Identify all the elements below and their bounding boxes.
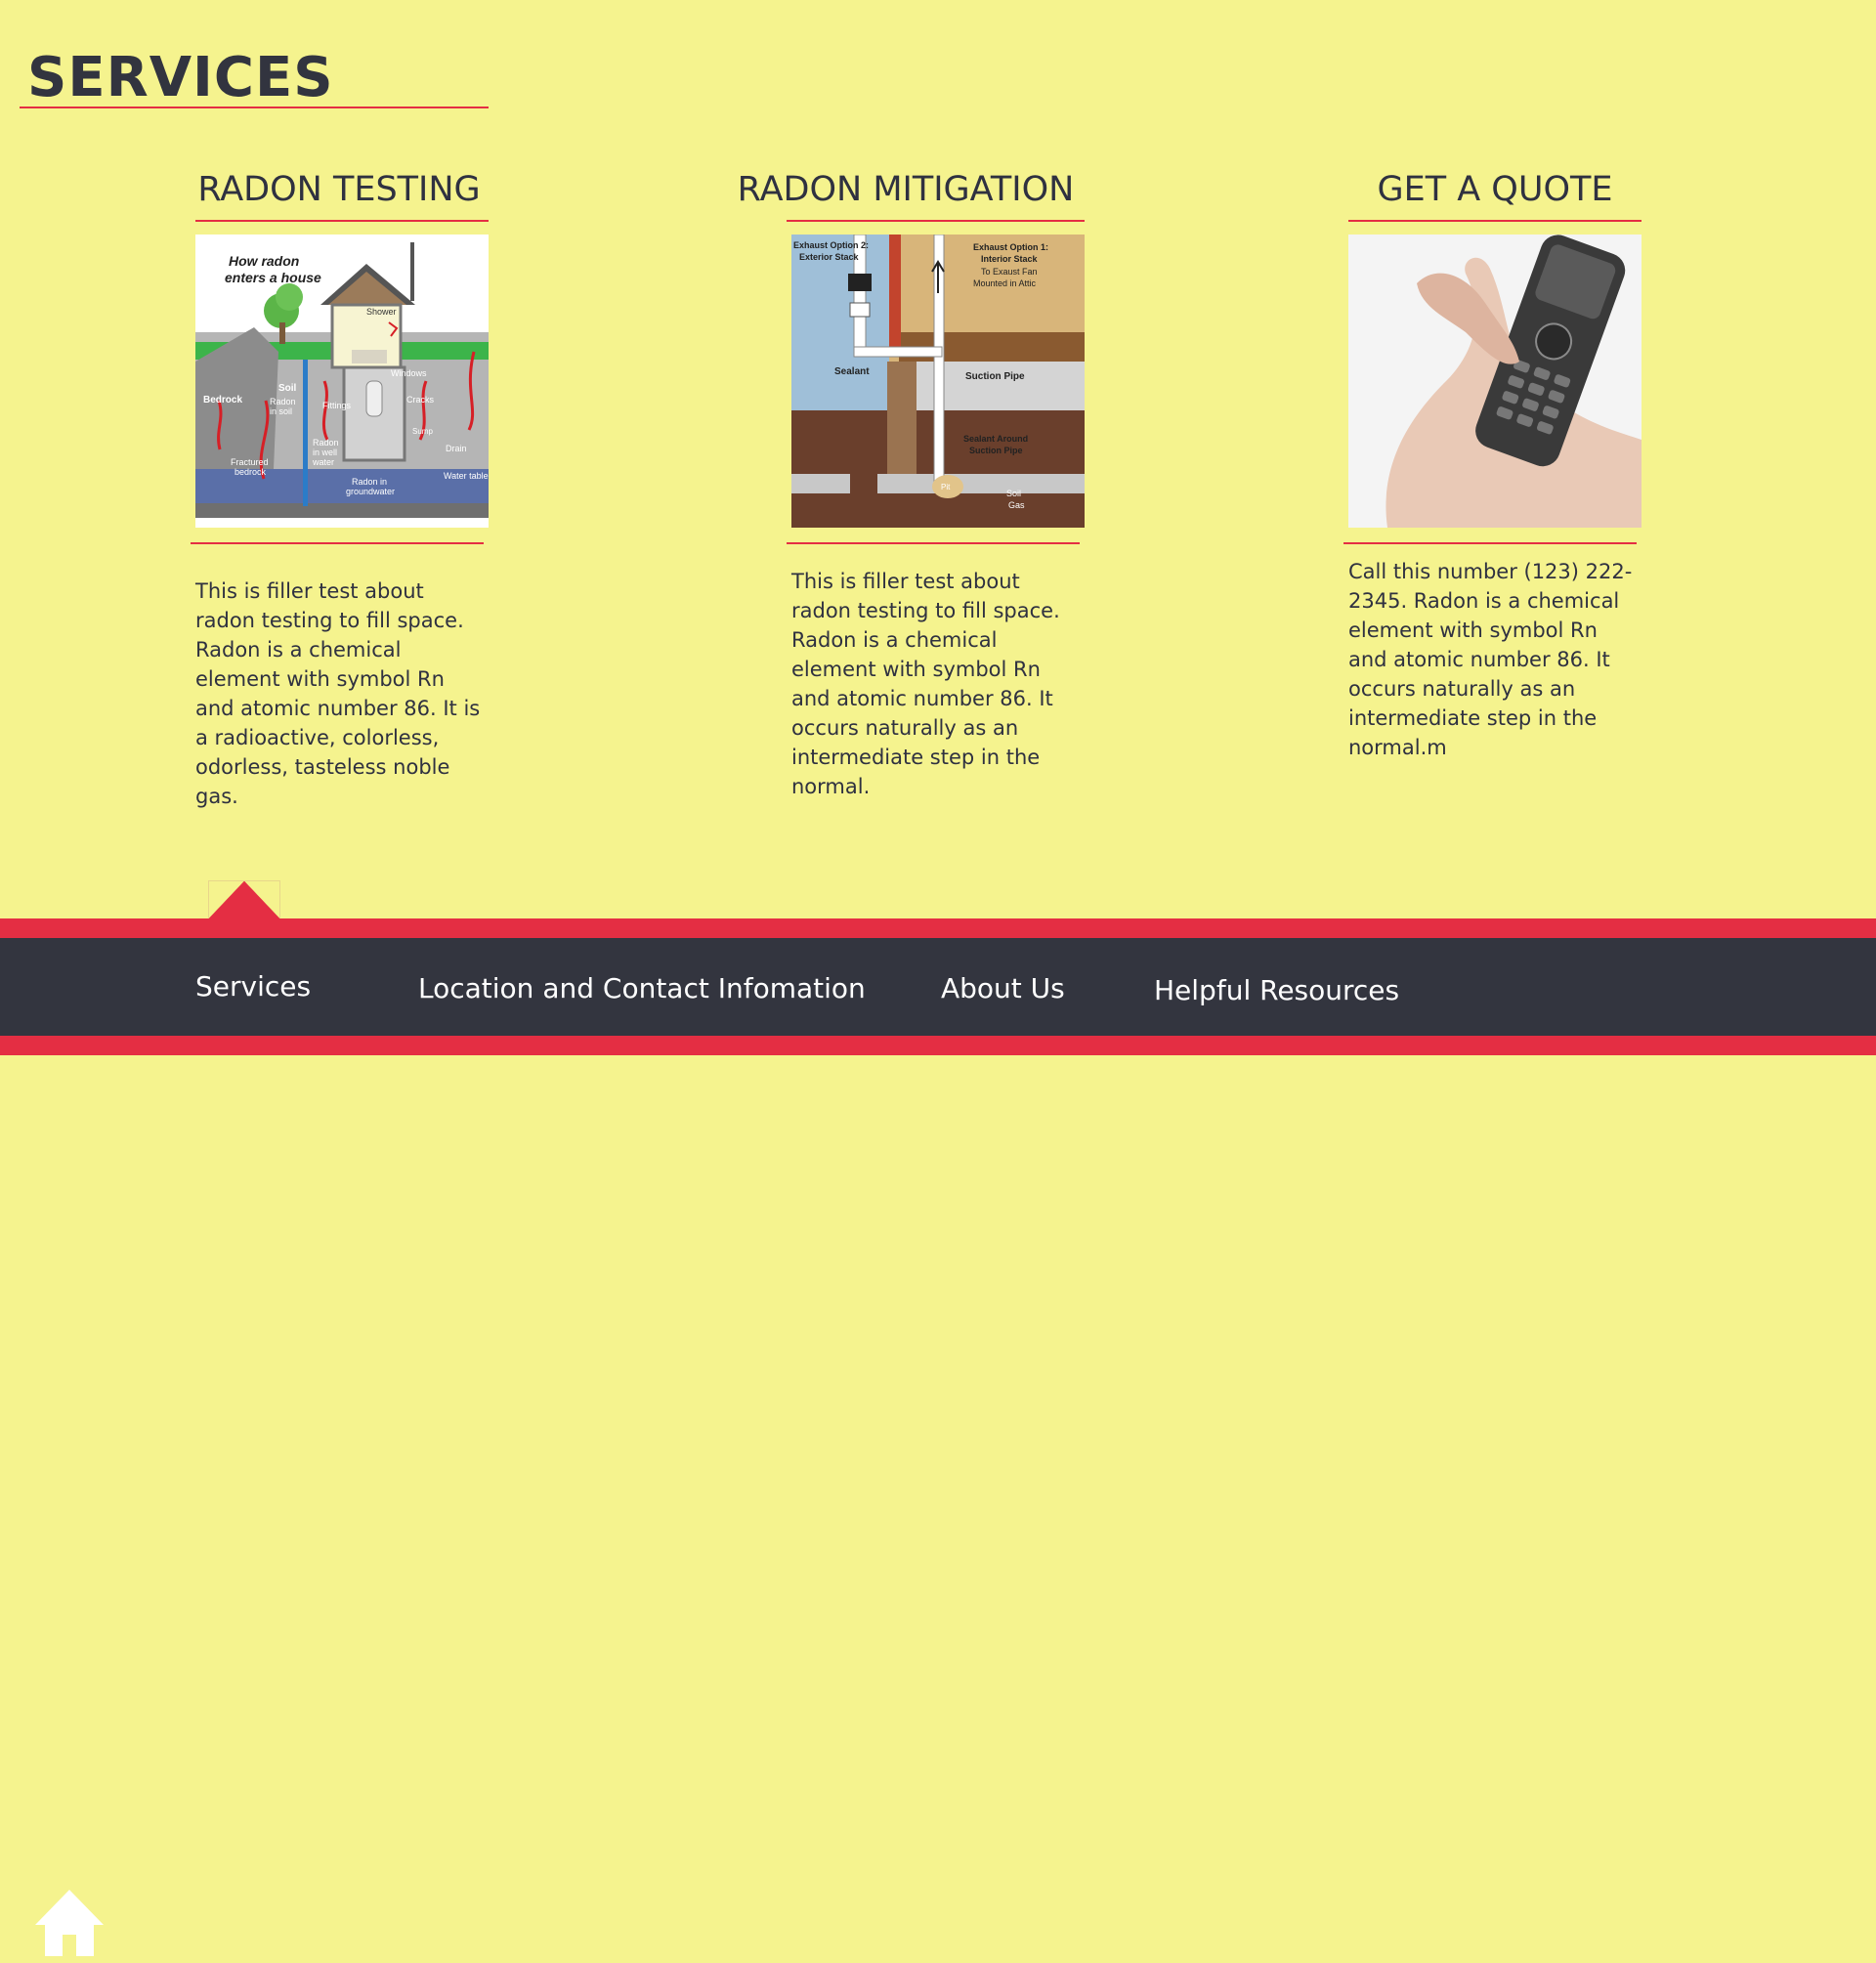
label-bedrock: Bedrock bbox=[203, 395, 242, 405]
label-opt1-line3: To Exaust Fan bbox=[981, 267, 1038, 277]
radon-testing-heading-divider bbox=[195, 220, 489, 222]
page-title: SERVICES bbox=[27, 46, 334, 109]
label-radon-well-3: water bbox=[312, 457, 334, 467]
active-tab-indicator bbox=[208, 880, 280, 919]
get-a-quote-description: Call this number (123) 222-2345. Radon i… bbox=[1348, 560, 1633, 759]
radon-testing-image-divider bbox=[191, 542, 484, 544]
home-button[interactable] bbox=[33, 1888, 106, 1958]
nav-item-location-contact[interactable]: Location and Contact Infomation bbox=[418, 969, 866, 1008]
radon-mitigation-heading: RADON MITIGATION bbox=[737, 170, 1075, 209]
label-pit: Pit bbox=[941, 483, 951, 491]
radon-mitigation-image-divider bbox=[787, 542, 1080, 544]
label-groundwater-1: Radon in bbox=[352, 477, 387, 487]
label-windows: Windows bbox=[391, 368, 427, 378]
label-fractured-2: bedrock bbox=[234, 467, 267, 477]
label-fittings: Fittings bbox=[322, 401, 352, 410]
radon-testing-heading: RADON TESTING bbox=[197, 170, 481, 209]
label-sealant: Sealant bbox=[834, 366, 870, 377]
label-radon-well-2: in well bbox=[313, 448, 337, 457]
radon-testing-description: This is filler test about radon testing … bbox=[195, 579, 481, 808]
nav-top-stripe bbox=[0, 918, 1876, 938]
diagram-title-line2: enters a house bbox=[225, 270, 321, 285]
label-opt1-line1: Exhaust Option 1: bbox=[973, 242, 1048, 252]
label-sealant-around-1: Sealant Around bbox=[963, 434, 1028, 444]
radon-mitigation-description: This is filler test about radon testing … bbox=[791, 570, 1060, 798]
radon-house-diagram: How radon enters a house Shower Windows … bbox=[195, 235, 489, 528]
nav-bottom-stripe bbox=[0, 1036, 1876, 1055]
label-radon-soil-2: in soil bbox=[270, 406, 292, 416]
label-groundwater-2: groundwater bbox=[346, 487, 395, 496]
radon-mitigation-diagram: Exhaust Option 2: Exterior Stack Exhaust… bbox=[791, 235, 1085, 528]
label-opt2-line1: Exhaust Option 2: bbox=[793, 240, 869, 250]
label-soil-gas-2: Gas bbox=[1008, 500, 1025, 510]
home-icon bbox=[35, 1890, 104, 1956]
label-opt2-line2: Exterior Stack bbox=[799, 252, 860, 262]
label-opt1-line2: Interior Stack bbox=[981, 254, 1039, 264]
get-a-quote-heading: GET A QUOTE bbox=[1377, 170, 1613, 209]
label-radon-well-1: Radon bbox=[313, 438, 339, 448]
nav-item-helpful-resources[interactable]: Helpful Resources bbox=[1154, 971, 1399, 1010]
nav-item-about-us[interactable]: About Us bbox=[941, 969, 1065, 1008]
label-water-table: Water table bbox=[444, 471, 489, 481]
radon-mitigation-heading-divider bbox=[787, 220, 1085, 222]
bottom-nav: Services Location and Contact Infomation… bbox=[0, 938, 1876, 1956]
hand-holding-phone-photo bbox=[1348, 235, 1642, 528]
label-soil-gas-1: Soil bbox=[1006, 489, 1021, 498]
nav-item-services[interactable]: Services bbox=[195, 967, 311, 1006]
diagram-title-line1: How radon bbox=[229, 253, 299, 269]
label-cracks: Cracks bbox=[406, 395, 435, 405]
label-drain: Drain bbox=[446, 444, 467, 453]
label-radon-soil-1: Radon bbox=[270, 397, 296, 406]
title-divider bbox=[20, 107, 489, 108]
label-fractured-1: Fractured bbox=[231, 457, 269, 467]
label-sump: Sump bbox=[412, 427, 433, 436]
get-a-quote-heading-divider bbox=[1348, 220, 1642, 222]
get-a-quote-image-divider bbox=[1343, 542, 1637, 544]
label-suction-pipe: Suction Pipe bbox=[965, 371, 1025, 382]
label-shower: Shower bbox=[366, 307, 397, 317]
label-soil: Soil bbox=[278, 383, 297, 394]
label-opt1-line4: Mounted in Attic bbox=[973, 278, 1037, 288]
label-sealant-around-2: Suction Pipe bbox=[969, 446, 1023, 455]
